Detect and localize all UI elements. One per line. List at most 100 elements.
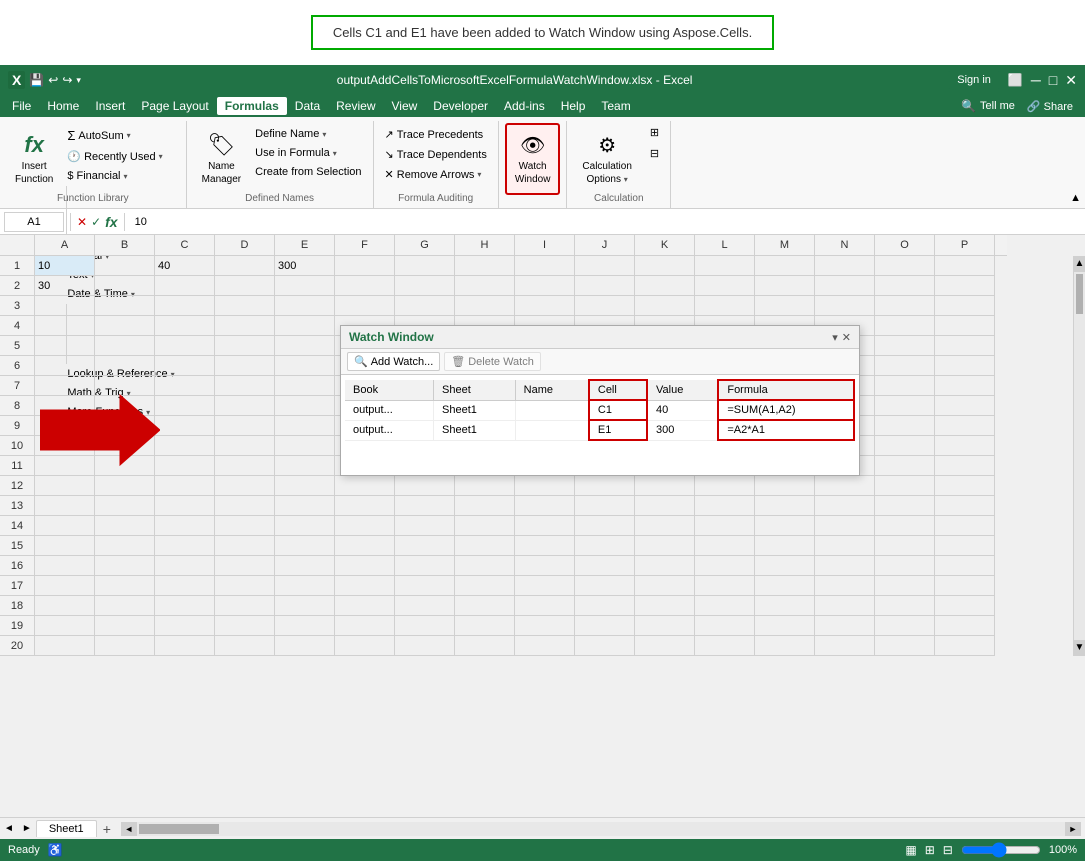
cell-N14[interactable] xyxy=(815,516,875,536)
row-header-6[interactable]: 6 xyxy=(0,356,34,376)
cell-O12[interactable] xyxy=(875,476,935,496)
view-layout-icon[interactable]: ⊞ xyxy=(925,843,935,857)
cell-G14[interactable] xyxy=(395,516,455,536)
cell-D5[interactable] xyxy=(215,336,275,356)
cell-P15[interactable] xyxy=(935,536,995,556)
cell-O18[interactable] xyxy=(875,596,935,616)
cell-C3[interactable] xyxy=(155,296,215,316)
col-header-K[interactable]: K xyxy=(635,235,695,256)
cell-A18[interactable] xyxy=(35,596,95,616)
create-from-selection-button[interactable]: Create from Selection xyxy=(250,163,366,181)
close-button[interactable]: ✕ xyxy=(1065,72,1077,89)
col-header-E[interactable]: E xyxy=(275,235,335,256)
cell-A12[interactable] xyxy=(35,476,95,496)
row-header-4[interactable]: 4 xyxy=(0,316,34,336)
cell-D15[interactable] xyxy=(215,536,275,556)
sheet-tab-1[interactable]: Sheet1 xyxy=(36,820,97,837)
col-header-N[interactable]: N xyxy=(815,235,875,256)
cell-B12[interactable] xyxy=(95,476,155,496)
cell-F12[interactable] xyxy=(335,476,395,496)
col-header-O[interactable]: O xyxy=(875,235,935,256)
cell-E5[interactable] xyxy=(275,336,335,356)
cell-N2[interactable] xyxy=(815,276,875,296)
cell-F1[interactable] xyxy=(335,256,395,276)
cell-K3[interactable] xyxy=(635,296,695,316)
cell-M3[interactable] xyxy=(755,296,815,316)
cell-O9[interactable] xyxy=(875,416,935,436)
col-header-M[interactable]: M xyxy=(755,235,815,256)
calculation-options-button[interactable]: ⚙ CalculationOptions ▾ xyxy=(573,123,640,195)
col-header-I[interactable]: I xyxy=(515,235,575,256)
cell-O5[interactable] xyxy=(875,336,935,356)
cell-P10[interactable] xyxy=(935,436,995,456)
scroll-left-button[interactable]: ◄ xyxy=(121,822,137,836)
cell-P1[interactable] xyxy=(935,256,995,276)
cell-B6[interactable] xyxy=(95,356,155,376)
cell-M13[interactable] xyxy=(755,496,815,516)
add-sheet-button[interactable]: + xyxy=(97,819,117,839)
cell-C9[interactable] xyxy=(155,416,215,436)
menu-insert[interactable]: Insert xyxy=(87,97,133,115)
cell-O1[interactable] xyxy=(875,256,935,276)
tell-me-text[interactable]: Tell me xyxy=(980,100,1015,112)
view-normal-icon[interactable]: ▦ xyxy=(905,843,916,857)
cell-D11[interactable] xyxy=(215,456,275,476)
cell-F19[interactable] xyxy=(335,616,395,636)
cell-D19[interactable] xyxy=(215,616,275,636)
cell-O14[interactable] xyxy=(875,516,935,536)
cell-H3[interactable] xyxy=(455,296,515,316)
row-header-11[interactable]: 11 xyxy=(0,456,34,476)
row-header-19[interactable]: 19 xyxy=(0,616,34,636)
cell-D18[interactable] xyxy=(215,596,275,616)
row-header-1[interactable]: 1 xyxy=(0,256,34,276)
row-header-3[interactable]: 3 xyxy=(0,296,34,316)
cell-D10[interactable] xyxy=(215,436,275,456)
cell-K14[interactable] xyxy=(635,516,695,536)
cell-L17[interactable] xyxy=(695,576,755,596)
cell-C7[interactable] xyxy=(155,376,215,396)
cell-N12[interactable] xyxy=(815,476,875,496)
cell-B16[interactable] xyxy=(95,556,155,576)
cell-E20[interactable] xyxy=(275,636,335,656)
cell-J16[interactable] xyxy=(575,556,635,576)
cell-J13[interactable] xyxy=(575,496,635,516)
cell-D20[interactable] xyxy=(215,636,275,656)
cell-C8[interactable] xyxy=(155,396,215,416)
cell-L3[interactable] xyxy=(695,296,755,316)
col-header-B[interactable]: B xyxy=(95,235,155,256)
cell-A2[interactable]: 30 xyxy=(35,276,95,296)
quick-save-icon[interactable]: 💾 xyxy=(29,73,44,87)
cell-M18[interactable] xyxy=(755,596,815,616)
cell-A19[interactable] xyxy=(35,616,95,636)
vertical-scrollbar[interactable]: ▲ ▼ xyxy=(1073,256,1085,656)
cell-A1[interactable]: 10 xyxy=(35,256,95,276)
cell-C12[interactable] xyxy=(155,476,215,496)
h-scroll-thumb[interactable] xyxy=(139,824,219,834)
name-manager-button[interactable]: 🏷 NameManager xyxy=(193,123,250,195)
menu-developer[interactable]: Developer xyxy=(425,97,496,115)
cell-F16[interactable] xyxy=(335,556,395,576)
cell-M15[interactable] xyxy=(755,536,815,556)
cell-D4[interactable] xyxy=(215,316,275,336)
cell-M14[interactable] xyxy=(755,516,815,536)
cell-B3[interactable] xyxy=(95,296,155,316)
cell-N19[interactable] xyxy=(815,616,875,636)
cell-L1[interactable] xyxy=(695,256,755,276)
row-header-13[interactable]: 13 xyxy=(0,496,34,516)
cell-H13[interactable] xyxy=(455,496,515,516)
scroll-sheets-right[interactable]: ► xyxy=(18,823,36,834)
cell-P6[interactable] xyxy=(935,356,995,376)
col-header-C[interactable]: C xyxy=(155,235,215,256)
cell-D14[interactable] xyxy=(215,516,275,536)
cell-E6[interactable] xyxy=(275,356,335,376)
cell-A3[interactable] xyxy=(35,296,95,316)
cell-P7[interactable] xyxy=(935,376,995,396)
cell-L16[interactable] xyxy=(695,556,755,576)
cell-G20[interactable] xyxy=(395,636,455,656)
cell-L15[interactable] xyxy=(695,536,755,556)
cell-H2[interactable] xyxy=(455,276,515,296)
zoom-slider[interactable] xyxy=(961,844,1041,856)
cell-C2[interactable] xyxy=(155,276,215,296)
cell-O8[interactable] xyxy=(875,396,935,416)
cell-B1[interactable] xyxy=(95,256,155,276)
